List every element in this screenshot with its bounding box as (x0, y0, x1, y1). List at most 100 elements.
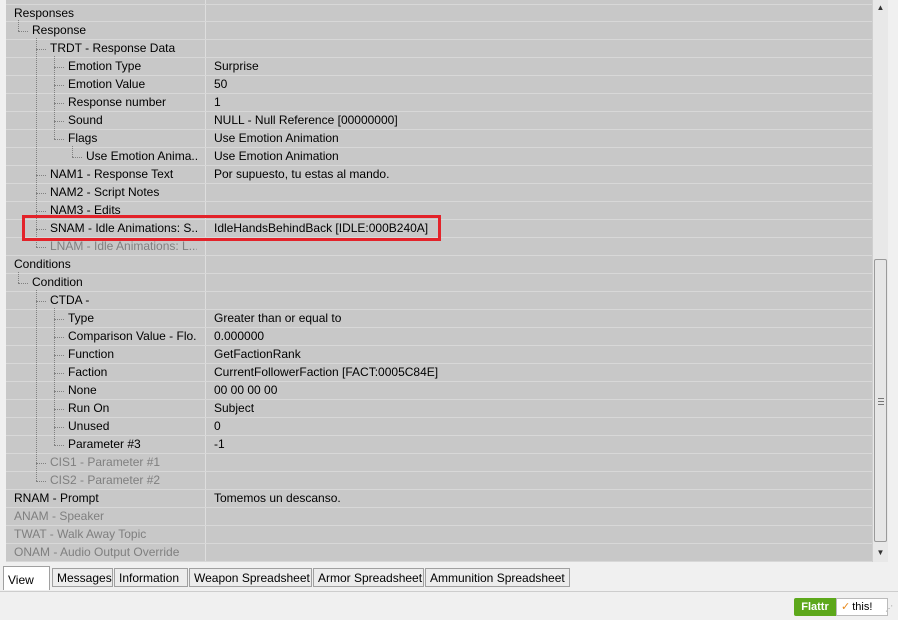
scrollbar-thumb[interactable] (874, 259, 887, 542)
tree-row[interactable]: Comparison Value - Flo... 0.000000 (6, 328, 872, 346)
tree-row[interactable]: Unused 0 (6, 418, 872, 436)
status-bar: Flattr ✓ this! ⋰ (0, 591, 898, 620)
field-name: Run On (68, 401, 110, 415)
field-value: GetFactionRank (214, 347, 301, 361)
field-name: Response number (68, 95, 167, 109)
tree-row[interactable]: NAM2 - Script Notes (6, 184, 872, 202)
tree-connector (36, 49, 46, 50)
tree-row[interactable]: CIS2 - Parameter #2 (6, 472, 872, 490)
flattr-this: ✓ this! (836, 598, 888, 616)
tab-ammunition-spreadsheet[interactable]: Ammunition Spreadsheet (425, 568, 570, 587)
tree-connector (18, 20, 19, 31)
field-value: Use Emotion Animation (214, 149, 339, 163)
tree-row[interactable]: Responses (6, 4, 872, 22)
tree-connector (54, 427, 64, 428)
field-value: NULL - Null Reference [00000000] (214, 113, 398, 127)
tree-row[interactable]: CIS1 - Parameter #1 (6, 454, 872, 472)
field-name: NAM2 - Script Notes (50, 185, 160, 199)
tree-row[interactable]: ANAM - Speaker (6, 508, 872, 526)
tree-connector (36, 211, 46, 212)
field-value: Tomemos un descanso. (214, 491, 341, 505)
grip-icon (878, 398, 884, 405)
tree-connector (36, 290, 37, 481)
tree-connector (18, 283, 28, 284)
tab-label: View (8, 573, 34, 587)
field-value: 1 (214, 95, 221, 109)
field-name: Responses (14, 6, 75, 20)
field-name: Response (32, 23, 87, 37)
tree-row[interactable]: RNAM - Prompt Tomemos un descanso. (6, 490, 872, 508)
tree-row[interactable]: TRDT - Response Data (6, 40, 872, 58)
tree-connector (54, 337, 64, 338)
field-name: Comparison Value - Flo... (68, 329, 197, 343)
field-value: CurrentFollowerFaction [FACT:0005C84E] (214, 365, 439, 379)
tree-row[interactable]: Sound NULL - Null Reference [00000000] (6, 112, 872, 130)
field-name: Condition (32, 275, 83, 289)
field-name: Sound (68, 113, 103, 127)
tree-connector (54, 85, 64, 86)
tree-row[interactable]: Function GetFactionRank (6, 346, 872, 364)
tree-connector (36, 247, 46, 248)
field-value: 0.000000 (214, 329, 265, 343)
tree-connector (36, 463, 46, 464)
vertical-scrollbar[interactable]: ▲ ▼ (872, 0, 888, 562)
tab-armor-spreadsheet[interactable]: Armor Spreadsheet (313, 568, 424, 587)
tree-row[interactable]: Response number 1 (6, 94, 872, 112)
tab-label: Ammunition Spreadsheet (430, 571, 565, 585)
tree-connector (54, 445, 64, 446)
tree-connector (54, 319, 64, 320)
tab-view[interactable]: View (3, 566, 50, 590)
field-value: 50 (214, 77, 228, 91)
tree-row[interactable]: Conditions (6, 256, 872, 274)
tree-row[interactable]: CTDA - (6, 292, 872, 310)
scroll-down-icon[interactable]: ▼ (874, 545, 887, 561)
tree-connector (54, 121, 64, 122)
tree-row[interactable]: Run On Subject (6, 400, 872, 418)
field-name: TRDT - Response Data (50, 41, 176, 55)
field-name: NAM1 - Response Text (50, 167, 174, 181)
field-name: Function (68, 347, 115, 361)
tree-row[interactable]: Emotion Value 50 (6, 76, 872, 94)
field-name: CIS2 - Parameter #2 (50, 473, 161, 487)
tree-connector (54, 355, 64, 356)
field-value: Use Emotion Animation (214, 131, 339, 145)
tree-row[interactable]: ONAM - Audio Output Override (6, 544, 872, 562)
tree-row[interactable]: Parameter #3 -1 (6, 436, 872, 454)
tree-row[interactable]: NAM1 - Response Text Por supuesto, tu est… (6, 166, 872, 184)
tab-label: Information (119, 571, 180, 585)
tree-row[interactable]: Response (6, 22, 872, 40)
tree-row[interactable]: Type Greater than or equal to (6, 310, 872, 328)
tree-connector (54, 103, 64, 104)
tab-information[interactable]: Information (114, 568, 188, 587)
tree-row[interactable]: Condition (6, 274, 872, 292)
field-value: 00 00 00 00 (214, 383, 278, 397)
tab-weapon-spreadsheet[interactable]: Weapon Spreadsheet (189, 568, 312, 587)
tree-row[interactable]: Emotion Type Surprise (6, 58, 872, 76)
tree-row[interactable]: None 00 00 00 00 (6, 382, 872, 400)
field-name: Faction (68, 365, 108, 379)
tree-row[interactable]: Use Emotion Anima... Use Emotion Animatio… (6, 148, 872, 166)
field-value: Subject (214, 401, 255, 415)
check-icon: ✓ (841, 601, 851, 613)
record-tree-view[interactable]: Responses Response TRDT - Response Data Emo… (6, 0, 872, 562)
tree-connector (54, 373, 64, 374)
tab-label: Weapon Spreadsheet (194, 571, 310, 585)
scroll-up-icon[interactable]: ▲ (874, 0, 887, 16)
tree-row[interactable]: Flags Use Emotion Animation (6, 130, 872, 148)
field-name: Conditions (14, 257, 71, 271)
field-value: 0 (214, 419, 221, 433)
tree-row[interactable]: TWAT - Walk Away Topic (6, 526, 872, 544)
flattr-label: Flattr (794, 598, 836, 616)
tab-messages[interactable]: Messages (52, 568, 113, 587)
resize-grip-icon[interactable]: ⋰ (885, 604, 895, 614)
tree-connector (72, 157, 82, 158)
field-name: CTDA - (50, 293, 90, 307)
tree-connector (72, 146, 73, 157)
tree-connector (36, 193, 46, 194)
tree-row[interactable]: Faction CurrentFollowerFaction [FACT:0005… (6, 364, 872, 382)
tree-connector (36, 175, 46, 176)
field-name: TWAT - Walk Away Topic (14, 527, 147, 541)
flattr-button[interactable]: Flattr ✓ this! (794, 598, 888, 616)
field-name: Emotion Type (68, 59, 142, 73)
field-name: Flags (68, 131, 98, 145)
